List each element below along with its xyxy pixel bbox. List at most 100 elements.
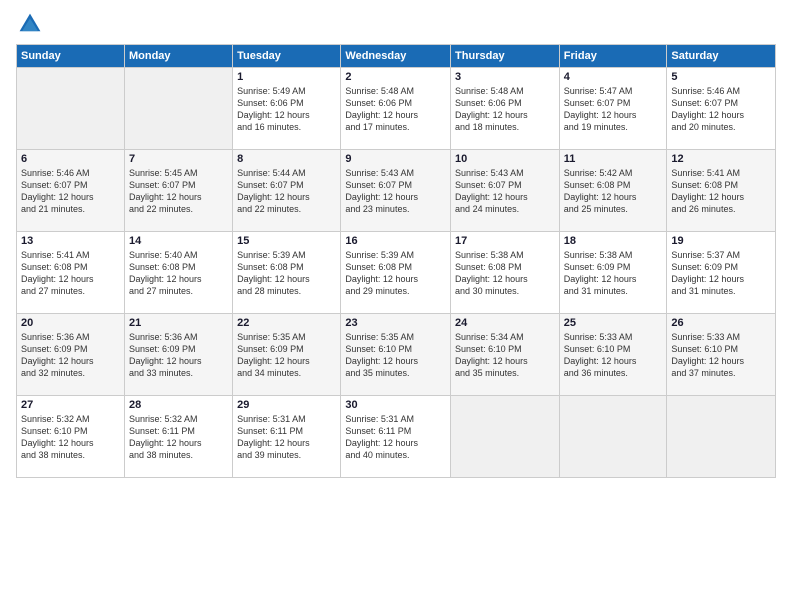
day-info: Sunrise: 5:35 AMSunset: 6:10 PMDaylight:… [345,331,446,380]
calendar-week-row: 20Sunrise: 5:36 AMSunset: 6:09 PMDayligh… [17,314,776,396]
day-info: Sunrise: 5:43 AMSunset: 6:07 PMDaylight:… [345,167,446,216]
calendar-cell: 5 Sunrise: 5:46 AMSunset: 6:07 PMDaylight… [667,68,776,150]
day-info: Sunrise: 5:37 AMSunset: 6:09 PMDaylight:… [671,249,771,298]
calendar-cell: 19 Sunrise: 5:37 AMSunset: 6:09 PMDayligh… [667,232,776,314]
page: SundayMondayTuesdayWednesdayThursdayFrid… [0,0,792,612]
day-info: Sunrise: 5:36 AMSunset: 6:09 PMDaylight:… [129,331,228,380]
day-info: Sunrise: 5:43 AMSunset: 6:07 PMDaylight:… [455,167,555,216]
day-number: 22 [237,317,336,329]
calendar-week-row: 6Sunrise: 5:46 AMSunset: 6:07 PMDaylight… [17,150,776,232]
weekday-header: Sunday [17,45,125,68]
calendar-cell: 17Sunrise: 5:38 AMSunset: 6:08 PMDayligh… [451,232,560,314]
calendar-cell: 12Sunrise: 5:41 AMSunset: 6:08 PMDayligh… [667,150,776,232]
day-info: Sunrise: 5:46 AMSunset: 6:07 PMDaylight:… [21,167,120,216]
calendar-cell [559,396,667,478]
calendar-cell: 28 Sunrise: 5:32 AMSunset: 6:11 PMDayligh… [124,396,232,478]
day-number: 19 [671,235,771,247]
day-info: Sunrise: 5:33 AMSunset: 6:10 PMDaylight:… [671,331,771,380]
day-number: 29 [237,399,336,411]
day-number: 9 [345,153,446,165]
calendar-cell: 21 Sunrise: 5:36 AMSunset: 6:09 PMDayligh… [124,314,232,396]
calendar-cell [124,68,232,150]
calendar-cell: 30 Sunrise: 5:31 AMSunset: 6:11 PMDayligh… [341,396,451,478]
header [16,12,776,36]
day-number: 27 [21,399,120,411]
calendar-cell: 6Sunrise: 5:46 AMSunset: 6:07 PMDaylight… [17,150,125,232]
day-info: Sunrise: 5:38 AMSunset: 6:09 PMDaylight:… [564,249,663,298]
day-info: Sunrise: 5:48 AMSunset: 6:06 PMDaylight:… [345,85,446,134]
calendar-cell [667,396,776,478]
day-number: 10 [455,153,555,165]
logo-icon [18,12,42,36]
day-number: 8 [237,153,336,165]
calendar-cell: 9 Sunrise: 5:43 AMSunset: 6:07 PMDaylight… [341,150,451,232]
calendar-cell: 8 Sunrise: 5:44 AMSunset: 6:07 PMDaylight… [233,150,341,232]
day-number: 18 [564,235,663,247]
calendar-week-row: 1 Sunrise: 5:49 AMSunset: 6:06 PMDaylight… [17,68,776,150]
day-info: Sunrise: 5:41 AMSunset: 6:08 PMDaylight:… [671,167,771,216]
day-info: Sunrise: 5:34 AMSunset: 6:10 PMDaylight:… [455,331,555,380]
day-number: 25 [564,317,663,329]
day-number: 30 [345,399,446,411]
day-number: 26 [671,317,771,329]
day-info: Sunrise: 5:40 AMSunset: 6:08 PMDaylight:… [129,249,228,298]
calendar-cell: 26 Sunrise: 5:33 AMSunset: 6:10 PMDayligh… [667,314,776,396]
weekday-header-row: SundayMondayTuesdayWednesdayThursdayFrid… [17,45,776,68]
day-number: 28 [129,399,228,411]
calendar-cell: 2 Sunrise: 5:48 AMSunset: 6:06 PMDaylight… [341,68,451,150]
calendar-table: SundayMondayTuesdayWednesdayThursdayFrid… [16,44,776,478]
day-info: Sunrise: 5:45 AMSunset: 6:07 PMDaylight:… [129,167,228,216]
day-info: Sunrise: 5:36 AMSunset: 6:09 PMDaylight:… [21,331,120,380]
calendar-cell: 23 Sunrise: 5:35 AMSunset: 6:10 PMDayligh… [341,314,451,396]
calendar-cell: 25 Sunrise: 5:33 AMSunset: 6:10 PMDayligh… [559,314,667,396]
day-info: Sunrise: 5:42 AMSunset: 6:08 PMDaylight:… [564,167,663,216]
calendar-cell: 11Sunrise: 5:42 AMSunset: 6:08 PMDayligh… [559,150,667,232]
day-info: Sunrise: 5:31 AMSunset: 6:11 PMDaylight:… [345,413,446,462]
calendar-cell: 27 Sunrise: 5:32 AMSunset: 6:10 PMDayligh… [17,396,125,478]
day-number: 5 [671,71,771,83]
calendar-cell [17,68,125,150]
day-number: 24 [455,317,555,329]
day-number: 1 [237,71,336,83]
day-number: 15 [237,235,336,247]
calendar-cell [451,396,560,478]
day-info: Sunrise: 5:44 AMSunset: 6:07 PMDaylight:… [237,167,336,216]
day-number: 14 [129,235,228,247]
calendar-week-row: 13 Sunrise: 5:41 AMSunset: 6:08 PMDayligh… [17,232,776,314]
weekday-header: Saturday [667,45,776,68]
day-info: Sunrise: 5:39 AMSunset: 6:08 PMDaylight:… [345,249,446,298]
day-number: 16 [345,235,446,247]
calendar-week-row: 27 Sunrise: 5:32 AMSunset: 6:10 PMDayligh… [17,396,776,478]
day-info: Sunrise: 5:48 AMSunset: 6:06 PMDaylight:… [455,85,555,134]
day-number: 7 [129,153,228,165]
day-number: 2 [345,71,446,83]
weekday-header: Thursday [451,45,560,68]
day-info: Sunrise: 5:46 AMSunset: 6:07 PMDaylight:… [671,85,771,134]
calendar-cell: 16 Sunrise: 5:39 AMSunset: 6:08 PMDayligh… [341,232,451,314]
day-info: Sunrise: 5:38 AMSunset: 6:08 PMDaylight:… [455,249,555,298]
calendar-cell: 20Sunrise: 5:36 AMSunset: 6:09 PMDayligh… [17,314,125,396]
day-info: Sunrise: 5:41 AMSunset: 6:08 PMDaylight:… [21,249,120,298]
calendar-cell: 22 Sunrise: 5:35 AMSunset: 6:09 PMDayligh… [233,314,341,396]
calendar-cell: 3 Sunrise: 5:48 AMSunset: 6:06 PMDaylight… [451,68,560,150]
day-info: Sunrise: 5:33 AMSunset: 6:10 PMDaylight:… [564,331,663,380]
day-info: Sunrise: 5:32 AMSunset: 6:10 PMDaylight:… [21,413,120,462]
calendar-cell: 1 Sunrise: 5:49 AMSunset: 6:06 PMDaylight… [233,68,341,150]
day-number: 23 [345,317,446,329]
logo [16,12,42,36]
day-info: Sunrise: 5:31 AMSunset: 6:11 PMDaylight:… [237,413,336,462]
day-number: 21 [129,317,228,329]
calendar-cell: 15Sunrise: 5:39 AMSunset: 6:08 PMDayligh… [233,232,341,314]
day-info: Sunrise: 5:35 AMSunset: 6:09 PMDaylight:… [237,331,336,380]
weekday-header: Wednesday [341,45,451,68]
weekday-header: Tuesday [233,45,341,68]
day-info: Sunrise: 5:47 AMSunset: 6:07 PMDaylight:… [564,85,663,134]
weekday-header: Monday [124,45,232,68]
calendar-cell: 10 Sunrise: 5:43 AMSunset: 6:07 PMDayligh… [451,150,560,232]
calendar-cell: 24 Sunrise: 5:34 AMSunset: 6:10 PMDayligh… [451,314,560,396]
day-number: 3 [455,71,555,83]
day-info: Sunrise: 5:49 AMSunset: 6:06 PMDaylight:… [237,85,336,134]
calendar-cell: 18 Sunrise: 5:38 AMSunset: 6:09 PMDayligh… [559,232,667,314]
day-number: 13 [21,235,120,247]
day-info: Sunrise: 5:32 AMSunset: 6:11 PMDaylight:… [129,413,228,462]
